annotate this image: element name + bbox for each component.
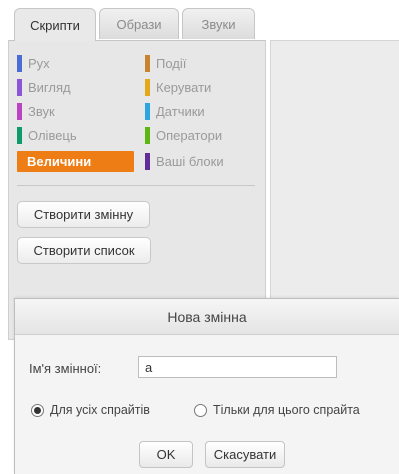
category-label: Олівець xyxy=(28,128,77,143)
radio-label: Для усіх спрайтів xyxy=(50,403,150,417)
tab-sounds[interactable]: Звуки xyxy=(182,8,255,39)
operators-color-swatch xyxy=(145,127,150,144)
sensing-color-swatch xyxy=(145,103,150,120)
category-sound[interactable]: Звук xyxy=(17,101,55,122)
control-color-swatch xyxy=(145,79,150,96)
category-more-blocks[interactable]: Ваші блоки xyxy=(145,151,224,172)
variable-name-input[interactable] xyxy=(138,356,337,378)
radio-this-sprite-only[interactable]: Тільки для цього спрайта xyxy=(194,403,360,417)
radio-label: Тільки для цього спрайта xyxy=(213,403,360,417)
ok-button[interactable]: OK xyxy=(139,441,193,468)
category-label: Звук xyxy=(28,104,55,119)
category-sensing[interactable]: Датчики xyxy=(145,101,205,122)
category-label: Керувати xyxy=(156,80,212,95)
new-variable-dialog: Нова змінна Ім'я змінної: Для усіх спрай… xyxy=(14,298,399,474)
scripts-area[interactable] xyxy=(270,40,399,300)
category-data[interactable]: Величини xyxy=(17,151,134,172)
category-label: Величини xyxy=(27,154,92,169)
category-label: Датчики xyxy=(156,104,205,119)
category-looks[interactable]: Вигляд xyxy=(17,77,71,98)
category-label: Події xyxy=(156,56,187,71)
looks-color-swatch xyxy=(17,79,22,96)
sound-color-swatch xyxy=(17,103,22,120)
radio-button-checked[interactable] xyxy=(31,403,44,417)
tab-costumes[interactable]: Образи xyxy=(99,8,179,39)
category-pen[interactable]: Олівець xyxy=(17,125,77,146)
radio-for-all-sprites[interactable]: Для усіх спрайтів xyxy=(31,403,150,417)
dialog-title: Нова змінна xyxy=(15,299,399,335)
radio-button-unchecked[interactable] xyxy=(194,403,207,417)
cancel-button[interactable]: Скасувати xyxy=(205,441,285,468)
events-color-swatch xyxy=(145,55,150,72)
category-operators[interactable]: Оператори xyxy=(145,125,222,146)
block-palette: Рух Вигляд Звук Олівець Величини Події К… xyxy=(8,40,266,340)
palette-divider xyxy=(17,185,255,186)
make-variable-button[interactable]: Створити змінну xyxy=(17,201,150,228)
pen-color-swatch xyxy=(17,127,22,144)
category-events[interactable]: Події xyxy=(145,53,186,74)
category-motion[interactable]: Рух xyxy=(17,53,50,74)
category-label: Оператори xyxy=(156,128,223,143)
more-blocks-color-swatch xyxy=(145,153,150,170)
make-list-button[interactable]: Створити список xyxy=(17,237,151,264)
category-label: Рух xyxy=(28,56,50,71)
tab-scripts[interactable]: Скрипти xyxy=(14,8,96,41)
motion-color-swatch xyxy=(17,55,22,72)
category-label: Ваші блоки xyxy=(156,154,224,169)
category-control[interactable]: Керувати xyxy=(145,77,211,98)
category-label: Вигляд xyxy=(28,80,71,95)
variable-name-label: Ім'я змінної: xyxy=(29,361,102,376)
